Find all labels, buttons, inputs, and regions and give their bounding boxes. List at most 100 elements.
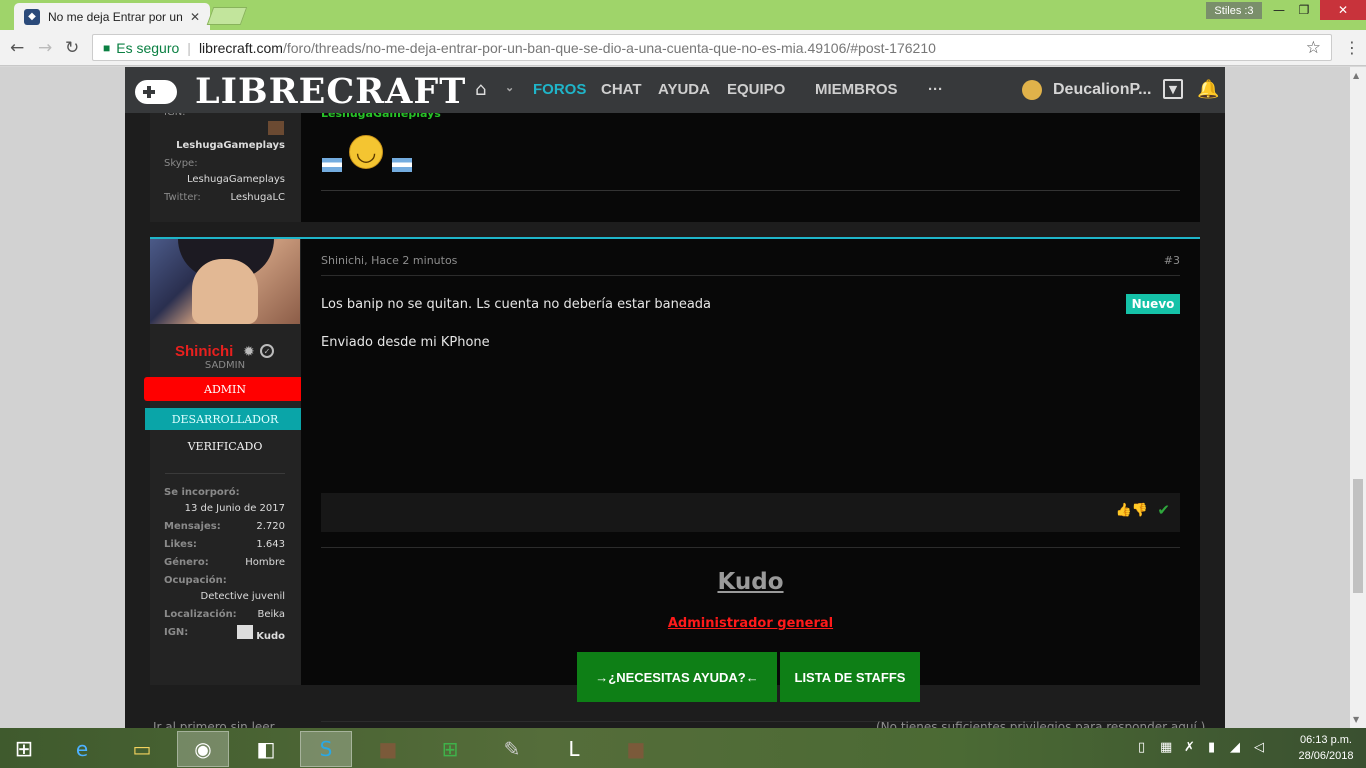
site-favicon-icon: ◆	[24, 8, 40, 25]
stat-value: Beika	[257, 609, 285, 620]
post-username[interactable]: Shinichi	[175, 343, 233, 360]
prev-post-user-panel: IGN: LeshugaGameplays Skype: LeshugaGame…	[150, 107, 301, 222]
usb-icon[interactable]: ▯	[1138, 740, 1145, 755]
nav-chat[interactable]: CHAT	[601, 81, 642, 98]
first-unread-link[interactable]: Ir al primero sin leer	[153, 720, 275, 728]
nav-username[interactable]: DeucalionP...	[1053, 81, 1151, 99]
address-bar: ← → ↻ ■ Es seguro | librecraft.com /foro…	[0, 30, 1366, 66]
nav-more[interactable]: ···	[928, 81, 943, 98]
page-scrollbar[interactable]: ▲ ▼	[1350, 67, 1366, 728]
secure-label: Es seguro	[116, 39, 180, 56]
minecraft-icon[interactable]: ■	[610, 731, 662, 767]
scroll-down-icon[interactable]: ▼	[1353, 715, 1359, 724]
staff-list-button[interactable]: LISTA DE STAFFS	[780, 652, 920, 702]
browser-tab[interactable]: ◆ No me deja Entrar por un ✕	[14, 3, 210, 30]
maximize-icon[interactable]: ❐	[1287, 0, 1321, 20]
nav-ayuda[interactable]: AYUDA	[658, 81, 710, 98]
scroll-thumb[interactable]	[1353, 479, 1363, 593]
reload-icon[interactable]: ↻	[65, 38, 79, 58]
user-avatar[interactable]	[1022, 80, 1042, 100]
network-share-icon[interactable]: ▦	[1160, 740, 1172, 755]
stat-value: Kudo	[256, 631, 285, 642]
post-user-panel: Shinichi ✹ ✓ SADMIN ADMIN DESARROLLADOR …	[144, 239, 306, 685]
prev-post-content: LeshugaGameplays ◡	[301, 107, 1200, 222]
gamepad-icon	[135, 79, 177, 104]
new-tab-button[interactable]	[206, 7, 248, 25]
minecraft-head-icon	[268, 121, 284, 135]
post-number-link[interactable]: #3	[1164, 254, 1180, 267]
internet-explorer-icon[interactable]: e	[56, 731, 108, 767]
prev-twitter-value[interactable]: LeshugaLC	[164, 192, 285, 203]
avatar[interactable]	[150, 239, 300, 324]
site-logo[interactable]: LIBRECRAFT	[135, 71, 466, 112]
post-action-bar: 👍 👎 ✔	[321, 493, 1180, 532]
close-window-icon[interactable]: ✕	[1320, 0, 1366, 20]
help-button[interactable]: →¿NECESITAS AYUDA?←	[577, 652, 777, 702]
stat-label: Se incorporó:	[164, 487, 240, 498]
divider	[321, 190, 1180, 191]
nav-equipo[interactable]: EQUIPO	[727, 81, 785, 98]
stat-value: 13 de Junio de 2017	[184, 503, 285, 514]
post-meta[interactable]: Shinichi, Hace 2 minutos	[321, 254, 457, 267]
clock-date: 28/06/2018	[1298, 750, 1354, 762]
lock-icon: ■	[103, 40, 111, 55]
windows-start-icon[interactable]: ⊞	[0, 731, 48, 767]
divider	[321, 547, 1180, 548]
bookmark-star-icon[interactable]: ☆	[1306, 38, 1321, 58]
url-separator: |	[187, 39, 191, 56]
prev-skype-value: LeshugaGameplays	[186, 174, 285, 185]
tab-title: No me deja Entrar por un	[48, 9, 183, 24]
security-icon[interactable]: ✗	[1184, 740, 1195, 755]
windows-taskbar: ⊞ e ▭ ◉ ◧ S ■ ⊞ ✎ L ■ ▯ ▦ ✗ ▮ ◢ ◁ 06:13 …	[0, 728, 1366, 768]
post-content: Shinichi, Hace 2 minutos #3 Los banip no…	[301, 239, 1200, 722]
smiley-icon: ◡	[349, 135, 383, 169]
signature-role[interactable]: Administrador general	[301, 616, 1200, 631]
minecraft-icon[interactable]: ■	[362, 731, 414, 767]
reply-privileges-note: (No tienes suficientes privilegios para …	[876, 720, 1206, 728]
wifi-icon[interactable]: ◢	[1230, 740, 1240, 755]
stat-value: Hombre	[245, 557, 285, 568]
volume-icon[interactable]: ◁	[1254, 740, 1264, 755]
url-input[interactable]: ■ Es seguro | librecraft.com /foro/threa…	[92, 34, 1332, 61]
user-title: SADMIN	[204, 360, 246, 371]
avatar-face	[192, 259, 258, 324]
new-badge: Nuevo	[1126, 294, 1180, 314]
banner-verified: VERIFICADO	[187, 440, 263, 453]
app-icon[interactable]: ◧	[240, 731, 292, 767]
close-tab-icon[interactable]: ✕	[190, 10, 200, 24]
paint-icon[interactable]: ✎	[486, 731, 538, 767]
post-body-text: Enviado desde mi KPhone	[321, 335, 490, 350]
profile-button[interactable]: Stiles :3	[1206, 2, 1262, 19]
bell-icon[interactable]: 🔔	[1197, 79, 1219, 100]
scroll-up-icon[interactable]: ▲	[1353, 71, 1359, 80]
store-icon[interactable]: ⊞	[424, 731, 476, 767]
file-explorer-icon[interactable]: ▭	[116, 731, 168, 767]
check-icon[interactable]: ✔	[1157, 501, 1170, 519]
gear-icon: ✹	[243, 344, 255, 360]
chrome-icon[interactable]: ◉	[177, 731, 229, 767]
taskbar-clock[interactable]: 06:13 p.m. 28/06/2018	[1286, 732, 1366, 764]
divider	[165, 473, 285, 474]
nav-foros[interactable]: FOROS	[533, 81, 586, 98]
home-icon[interactable]: ⌂	[475, 79, 486, 100]
stat-value: 1.643	[256, 539, 285, 550]
thumbs-down-icon[interactable]: 👎	[1132, 503, 1148, 518]
nav-miembros[interactable]: MIEMBROS	[815, 81, 898, 98]
forward-icon[interactable]: →	[38, 38, 52, 58]
banner-developer: DESARROLLADOR	[145, 408, 305, 430]
signature-name: Kudo	[717, 569, 784, 595]
clock-time: 06:13 p.m.	[1300, 734, 1352, 746]
chevron-down-icon[interactable]: ⌄	[505, 81, 514, 94]
launcher-icon[interactable]: L	[548, 731, 600, 767]
argentina-flag-icon	[392, 158, 412, 172]
prev-skype-label: Skype:	[164, 158, 198, 169]
divider	[321, 275, 1180, 276]
back-icon[interactable]: ←	[10, 38, 24, 58]
page: IGN: LeshugaGameplays Skype: LeshugaGame…	[0, 67, 1350, 728]
skype-icon[interactable]: S	[300, 731, 352, 767]
verified-check-icon: ✓	[260, 344, 274, 358]
battery-icon[interactable]: ▮	[1208, 740, 1215, 755]
inbox-icon[interactable]: ▼	[1163, 79, 1183, 99]
thumbs-up-icon[interactable]: 👍	[1116, 503, 1132, 518]
browser-menu-icon[interactable]: ⋮	[1344, 38, 1360, 57]
